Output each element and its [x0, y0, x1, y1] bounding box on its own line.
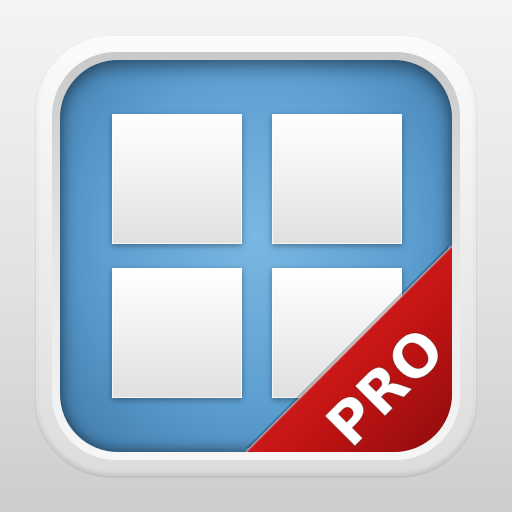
app-icon[interactable]: PRO: [0, 0, 512, 512]
pro-ribbon: PRO: [0, 0, 512, 512]
pro-ribbon-shape: PRO: [245, 245, 458, 460]
